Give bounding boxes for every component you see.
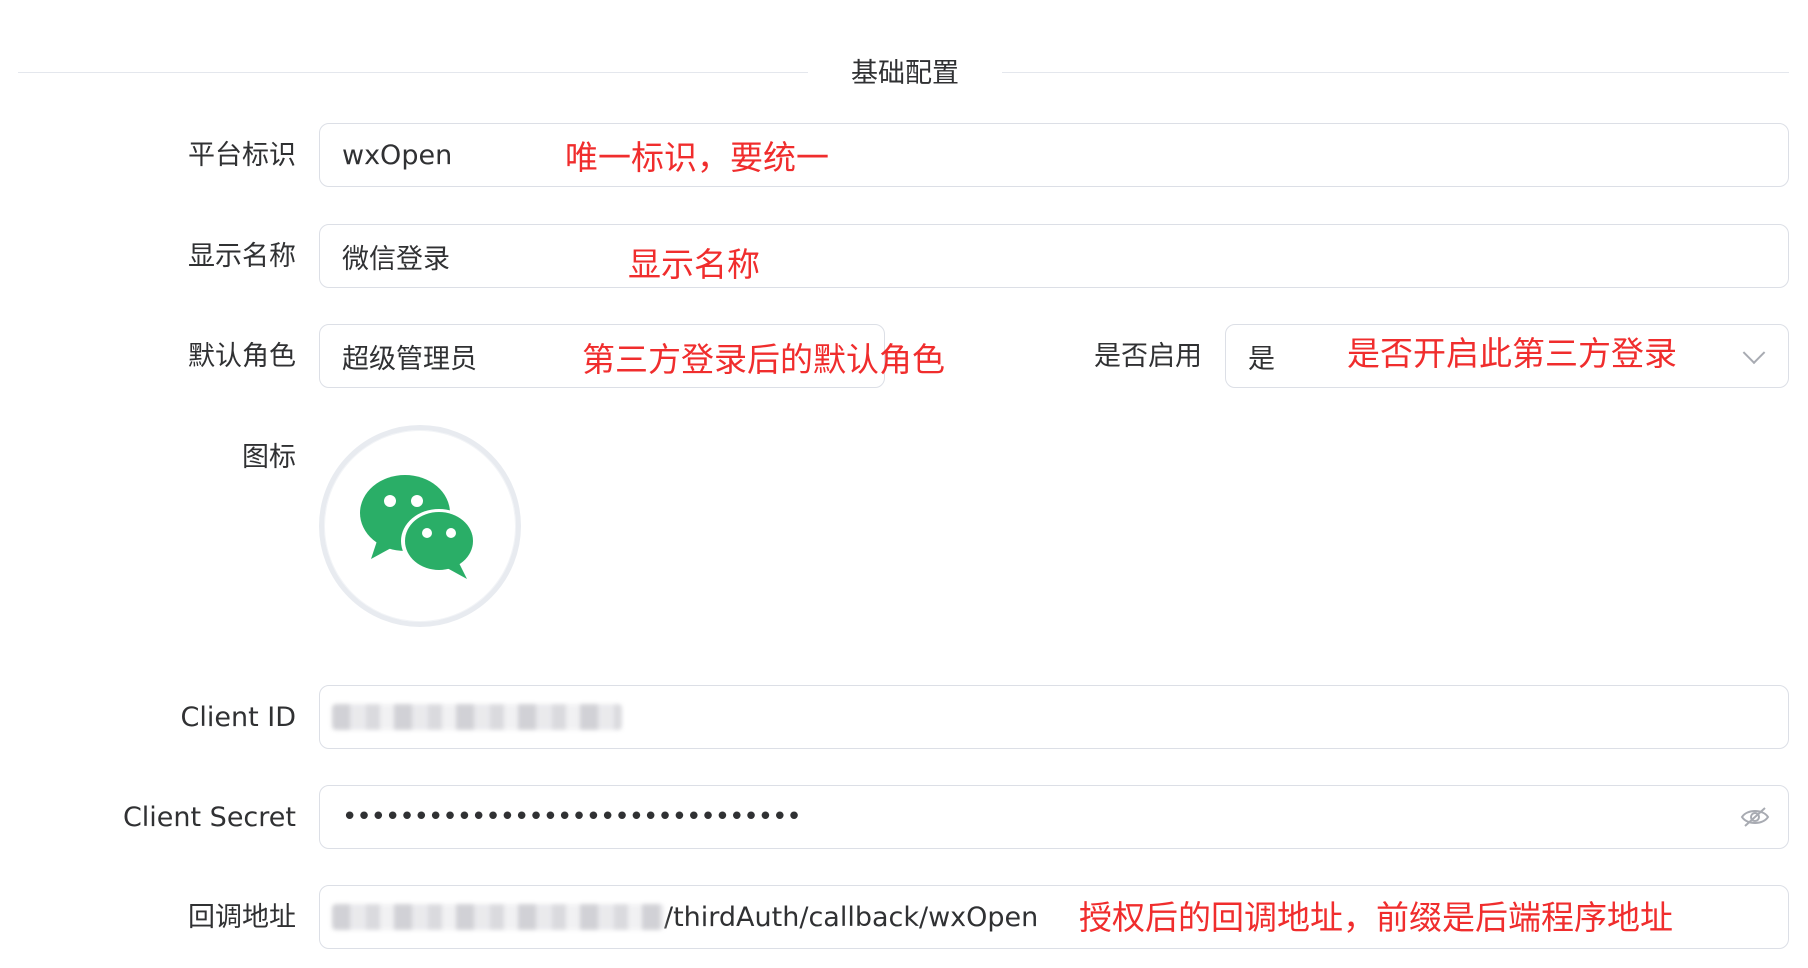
- callback-url-prefix-redacted: [332, 904, 664, 930]
- client-secret-value: ••••••••••••••••••••••••••••••••: [342, 802, 802, 832]
- client-secret-input[interactable]: ••••••••••••••••••••••••••••••••: [319, 785, 1789, 849]
- callback-url-value: /thirdAuth/callback/wxOpen: [332, 886, 1038, 948]
- platform-id-label: 平台标识: [188, 140, 296, 171]
- icon-label: 图标: [242, 442, 296, 473]
- default-role-label: 默认角色: [188, 341, 296, 372]
- display-name-value: 微信登录: [342, 243, 450, 275]
- client-secret-label: Client Secret: [122, 802, 296, 833]
- section-divider-left: [18, 72, 808, 73]
- enabled-value: 是: [1248, 343, 1275, 375]
- display-name-label: 显示名称: [188, 241, 296, 272]
- enabled-label: 是否启用: [1094, 341, 1202, 372]
- client-id-value-redacted: [332, 686, 622, 748]
- platform-id-value: wxOpen: [342, 139, 453, 171]
- callback-url-suffix: /thirdAuth/callback/wxOpen: [664, 901, 1039, 933]
- callback-url-label: 回调地址: [188, 902, 296, 933]
- display-name-annotation: 显示名称: [628, 245, 760, 284]
- default-role-annotation: 第三方登录后的默认角色: [582, 340, 945, 379]
- platform-id-annotation: 唯一标识，要统一: [565, 138, 829, 177]
- section-divider-right: [1002, 72, 1789, 73]
- platform-id-input[interactable]: wxOpen: [319, 123, 1789, 187]
- wechat-icon: [360, 475, 477, 579]
- eye-off-icon[interactable]: [1740, 805, 1770, 829]
- icon-upload[interactable]: [319, 425, 521, 627]
- chevron-down-icon: [1742, 341, 1766, 365]
- client-id-input[interactable]: [319, 685, 1789, 749]
- callback-url-annotation: 授权后的回调地址，前缀是后端程序地址: [1079, 898, 1673, 937]
- default-role-value: 超级管理员: [342, 343, 477, 375]
- client-id-label: Client ID: [180, 702, 296, 733]
- enabled-annotation: 是否开启此第三方登录: [1347, 334, 1677, 373]
- section-title: 基础配置: [851, 58, 959, 89]
- display-name-input[interactable]: 微信登录: [319, 224, 1789, 288]
